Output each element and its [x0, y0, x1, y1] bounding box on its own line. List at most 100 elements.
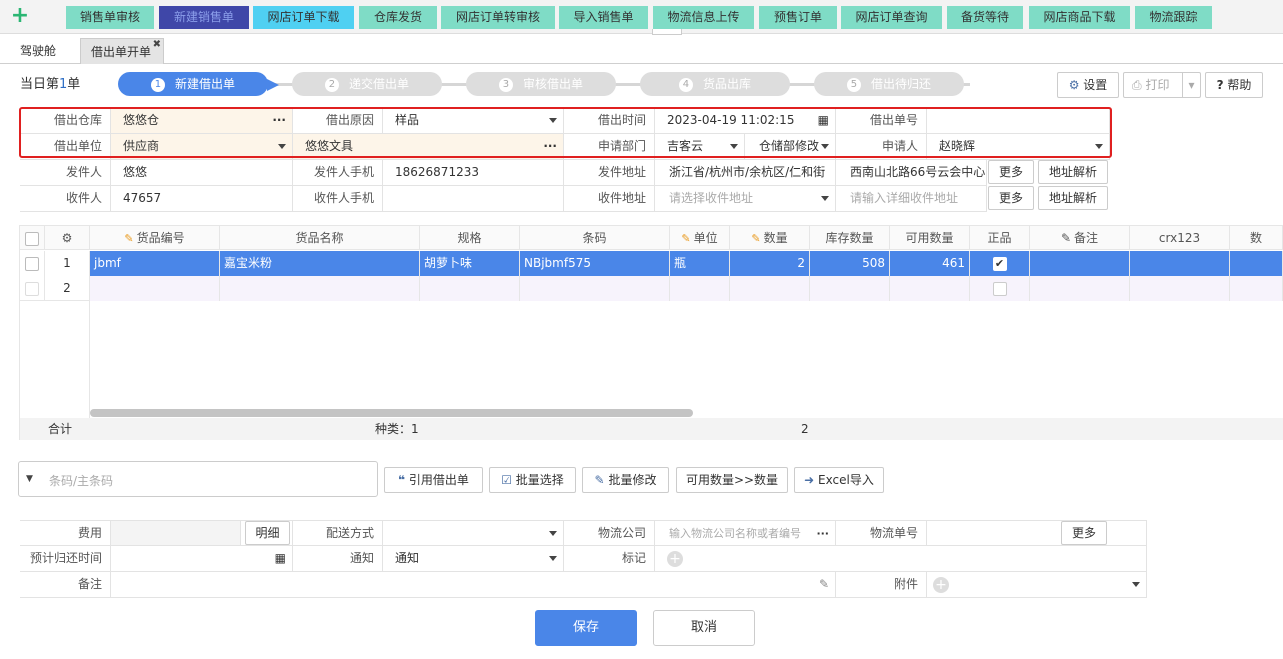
col-header-unit[interactable]: ✎ 单位	[670, 226, 730, 250]
cell-barcode[interactable]: NBjbmf575	[520, 251, 670, 276]
cell-crx123[interactable]	[1130, 251, 1230, 276]
sender-input[interactable]: 悠悠	[111, 160, 293, 186]
sender-phone-input[interactable]: 18626871233	[383, 160, 564, 186]
cell-crx123[interactable]	[1130, 276, 1230, 301]
cell-name[interactable]	[220, 276, 420, 301]
add-mark-icon[interactable]: +	[667, 550, 683, 567]
nav-logistics-upload[interactable]: 物流信息上传	[653, 6, 754, 29]
nav-presale[interactable]: 预售订单	[759, 6, 837, 29]
cell-code[interactable]: jbmf	[90, 251, 220, 276]
receiver-phone-input[interactable]	[383, 186, 564, 212]
row-checkbox[interactable]	[20, 276, 45, 301]
nav-stock-waiting[interactable]: 备货等待	[947, 6, 1023, 29]
search-input[interactable]: 条码/主条码	[49, 472, 113, 489]
loan-time-input[interactable]: 2023-04-19 11:02:15 ▦	[655, 108, 836, 134]
print-button[interactable]: ⎙ 打印 ▾	[1123, 72, 1201, 98]
unit-select[interactable]: 悠悠文具 ···	[293, 134, 564, 160]
col-header-genuine[interactable]: 正品	[970, 226, 1030, 250]
cell-remark[interactable]	[1030, 251, 1130, 276]
col-header-qty[interactable]: ✎ 数量	[730, 226, 810, 250]
settings-button[interactable]: ⚙ 设置	[1057, 72, 1119, 98]
cell-spec[interactable]	[420, 276, 520, 301]
cell-unit[interactable]: 瓶	[670, 251, 730, 276]
reason-select[interactable]: 样品	[383, 108, 564, 134]
avail-to-qty-button[interactable]: 可用数量>>数量	[676, 467, 788, 493]
col-header-name[interactable]: 货品名称	[220, 226, 420, 250]
import-loan-button[interactable]: ❝ 引用借出单	[384, 467, 483, 493]
table-row[interactable]: 1 jbmf 嘉宝米粉 胡萝卜味 NBjbmf575 瓶 2 508 461 ✔	[20, 251, 1283, 276]
nav-import-sales[interactable]: 导入销售单	[559, 6, 648, 29]
sender-region-select[interactable]: 浙江省/杭州市/余杭区/仁和街	[655, 160, 836, 186]
logistics-input[interactable]: 输入物流公司名称或者编号 ···	[655, 520, 836, 546]
nav-warehouse-ship[interactable]: 仓库发货	[359, 6, 437, 29]
nav-online-goods-download[interactable]: 网店商品下载	[1029, 6, 1130, 29]
col-header-spec[interactable]: 规格	[420, 226, 520, 250]
remark-input[interactable]: ✎	[111, 572, 836, 598]
tab-dashboard[interactable]: 驾驶舱	[20, 38, 70, 64]
genuine-checkbox[interactable]	[970, 276, 1030, 301]
sender-more-button[interactable]: 更多	[988, 160, 1034, 184]
col-header-avail[interactable]: 可用数量	[890, 226, 970, 250]
col-header-barcode[interactable]: 条码	[520, 226, 670, 250]
col-header-more[interactable]: 数	[1230, 226, 1283, 250]
chevron-down-icon[interactable]: ▾	[1182, 73, 1200, 97]
barcode-search[interactable]: ▼ 条码/主条码	[18, 461, 378, 497]
ship-select[interactable]	[383, 520, 564, 546]
calendar-icon[interactable]: ▦	[275, 546, 286, 571]
warehouse-select[interactable]: 悠悠仓 ···	[111, 108, 293, 134]
batch-edit-button[interactable]: ✎ 批量修改	[582, 467, 669, 493]
close-icon[interactable]: ✖	[153, 32, 161, 58]
nav-new-sales-order[interactable]: 新建销售单	[159, 6, 249, 29]
more-dots-icon[interactable]: ···	[816, 521, 829, 545]
cell-barcode[interactable]	[520, 276, 670, 301]
col-header-stock[interactable]: 库存数量	[810, 226, 890, 250]
notice-select[interactable]: 通知	[383, 546, 564, 572]
col-header-remark[interactable]: ✎ 备注	[1030, 226, 1130, 250]
sender-parse-button[interactable]: 地址解析	[1038, 160, 1108, 184]
cell-name[interactable]: 嘉宝米粉	[220, 251, 420, 276]
unit-type-select[interactable]: 供应商	[111, 134, 293, 160]
fee-input[interactable]	[111, 520, 241, 546]
receiver-address-input[interactable]: 请输入详细收件地址	[836, 186, 987, 212]
logistics-no-input[interactable]	[927, 520, 1147, 546]
applicant-select[interactable]: 赵晓辉	[927, 134, 1110, 160]
sender-address-input[interactable]: 西南山北路66号云会中心	[836, 160, 987, 186]
nav-online-order-to-audit[interactable]: 网店订单转审核	[441, 6, 555, 29]
nav-online-order-download[interactable]: 网店订单下载	[253, 6, 354, 29]
receiver-region-select[interactable]: 请选择收件地址	[655, 186, 836, 212]
collapse-toggle[interactable]	[652, 29, 682, 35]
cell-remark[interactable]	[1030, 276, 1130, 301]
cell-code[interactable]	[90, 276, 220, 301]
more-dots-icon[interactable]: ···	[272, 108, 286, 133]
nav-logistics-track[interactable]: 物流跟踪	[1135, 6, 1212, 29]
cell-unit[interactable]	[670, 276, 730, 301]
col-header-code[interactable]: ✎ 货品编号	[90, 226, 220, 250]
cell-extra[interactable]	[1230, 276, 1283, 301]
calendar-icon[interactable]: ▦	[818, 108, 829, 133]
cell-extra[interactable]	[1230, 251, 1283, 276]
genuine-checkbox[interactable]: ✔	[970, 251, 1030, 276]
company-select[interactable]: 吉客云	[655, 134, 745, 160]
select-all-checkbox[interactable]	[20, 226, 45, 250]
due-date-input[interactable]: ▦	[111, 546, 293, 572]
cancel-button[interactable]: 取消	[653, 610, 755, 646]
nav-sales-audit[interactable]: 销售单审核	[66, 6, 154, 29]
batch-select-button[interactable]: ☑ 批量选择	[489, 467, 576, 493]
horizontal-scrollbar[interactable]	[90, 409, 693, 417]
col-header-crx123[interactable]: crx123	[1130, 226, 1230, 250]
tab-loan-order[interactable]: 借出单开单 ✖	[80, 38, 164, 64]
receiver-more-button[interactable]: 更多	[988, 186, 1034, 210]
save-button[interactable]: 保存	[535, 610, 637, 646]
chevron-down-icon[interactable]	[1132, 582, 1140, 587]
receiver-parse-button[interactable]: 地址解析	[1038, 186, 1108, 210]
edit-icon[interactable]: ✎	[819, 572, 829, 597]
add-attach-icon[interactable]: +	[933, 576, 949, 593]
excel-import-button[interactable]: ➜ Excel导入	[794, 467, 884, 493]
department-select[interactable]: 仓储部修改	[745, 134, 836, 160]
logistics-more-button[interactable]: 更多	[1061, 521, 1107, 545]
cell-spec[interactable]: 胡萝卜味	[420, 251, 520, 276]
cell-qty[interactable]	[730, 276, 810, 301]
column-settings-icon[interactable]: ⚙	[45, 226, 90, 250]
receiver-input[interactable]: 47657	[111, 186, 293, 212]
more-dots-icon[interactable]: ···	[543, 134, 557, 159]
